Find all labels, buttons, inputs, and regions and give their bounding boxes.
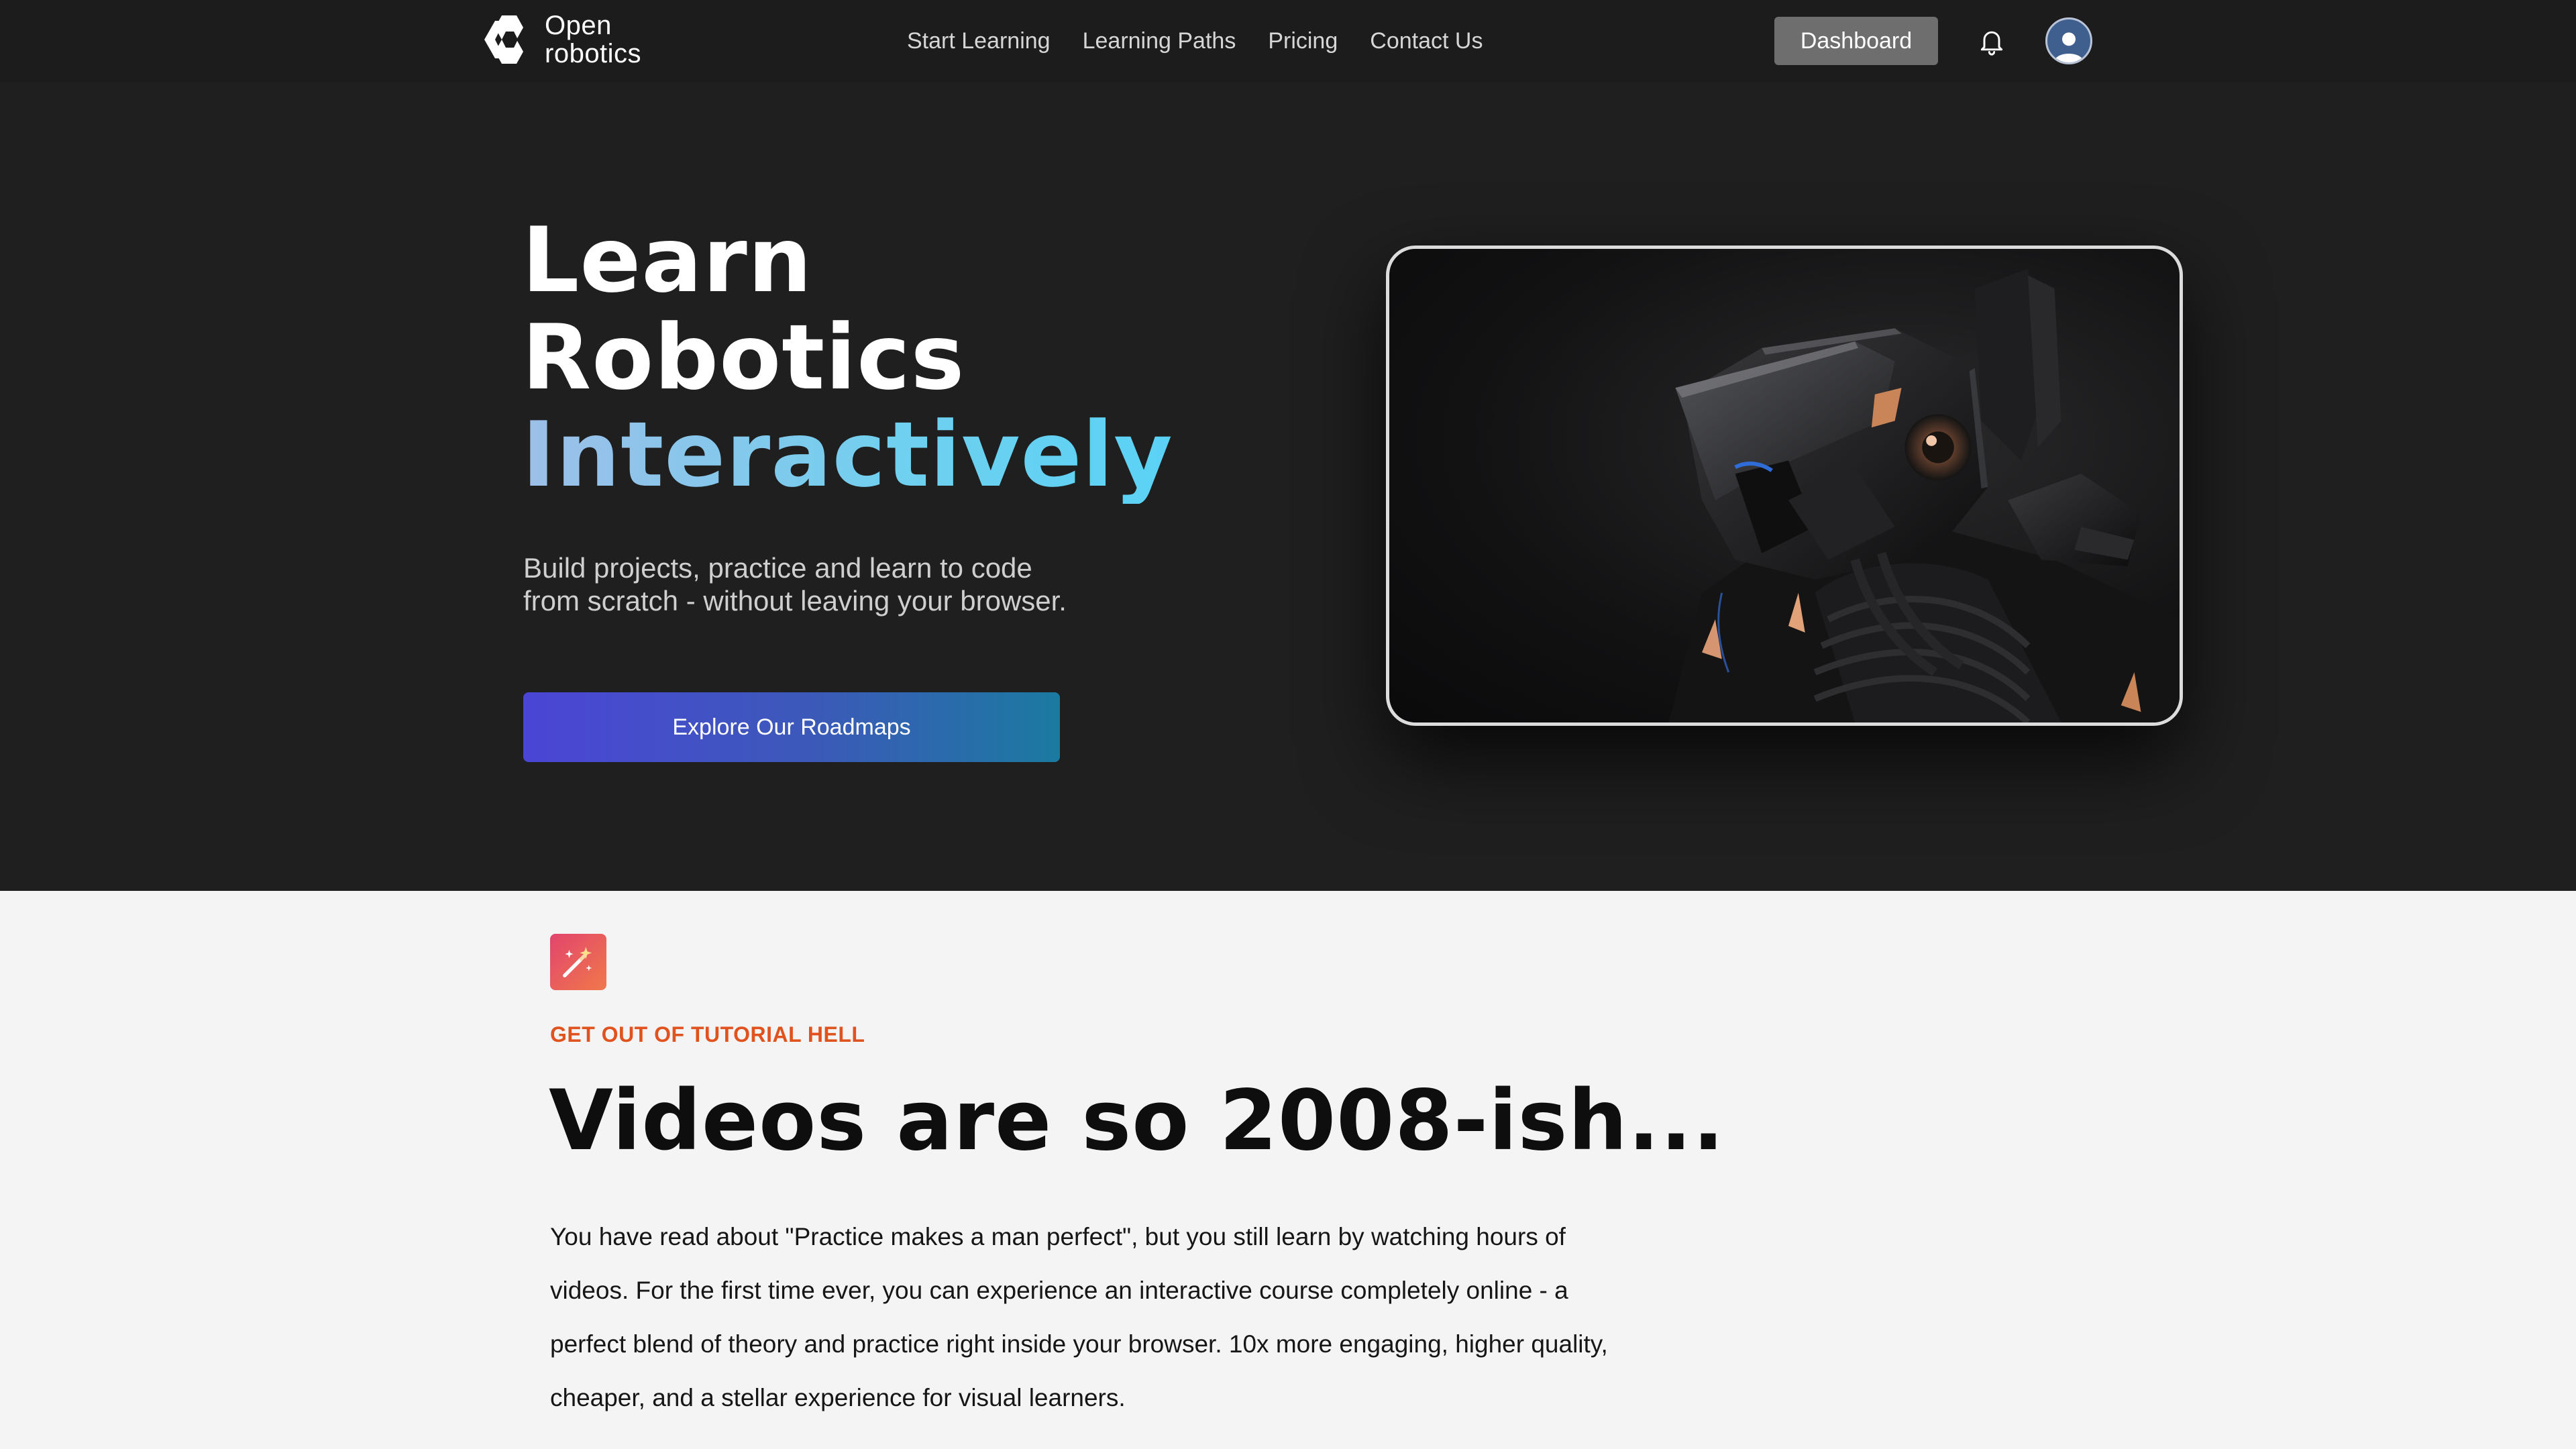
user-avatar[interactable] xyxy=(2045,17,2092,64)
section-body: You have read about "Practice makes a ma… xyxy=(550,1223,1608,1411)
dashboard-button[interactable]: Dashboard xyxy=(1774,17,1938,65)
bell-icon xyxy=(1980,31,2003,56)
logo-line-2: robotics xyxy=(545,39,642,68)
hero-title-line-1: Learn xyxy=(522,208,813,313)
notifications-button[interactable] xyxy=(1969,18,2015,64)
hero-title-highlight: Interactively xyxy=(522,402,1173,507)
logo-line-1: Open xyxy=(545,11,612,40)
hero-title: Learn Robotics Interactively xyxy=(522,212,1173,504)
nav-link-learning-paths[interactable]: Learning Paths xyxy=(1083,28,1236,54)
hero-robot-image xyxy=(1386,246,2183,726)
top-navbar: Open robotics Start Learning Learning Pa… xyxy=(0,0,2576,82)
logo-link[interactable]: Open robotics xyxy=(482,9,641,70)
hero-title-line-2: Robotics xyxy=(522,305,965,410)
nav-link-contact-us[interactable]: Contact Us xyxy=(1370,28,1483,54)
robot-illustration xyxy=(1668,268,2180,722)
main-nav: Start Learning Learning Paths Pricing Co… xyxy=(907,0,1483,82)
nav-link-pricing[interactable]: Pricing xyxy=(1268,28,1338,54)
hero-section xyxy=(0,82,2576,891)
magic-wand-icon xyxy=(563,947,592,977)
section-title: Videos are so 2008-ish... xyxy=(549,1073,1725,1169)
open-robotics-logo-icon xyxy=(484,15,523,64)
hero-subtitle: Build projects, practice and learn to co… xyxy=(523,552,1067,616)
section-eyebrow: GET OUT OF TUTORIAL HELL xyxy=(550,1022,865,1046)
logo-text: Open robotics xyxy=(545,11,641,68)
user-avatar-icon xyxy=(2054,32,2084,62)
feature-badge xyxy=(550,934,606,990)
nav-link-start-learning[interactable]: Start Learning xyxy=(907,28,1051,54)
explore-roadmaps-button[interactable]: Explore Our Roadmaps xyxy=(523,692,1060,762)
